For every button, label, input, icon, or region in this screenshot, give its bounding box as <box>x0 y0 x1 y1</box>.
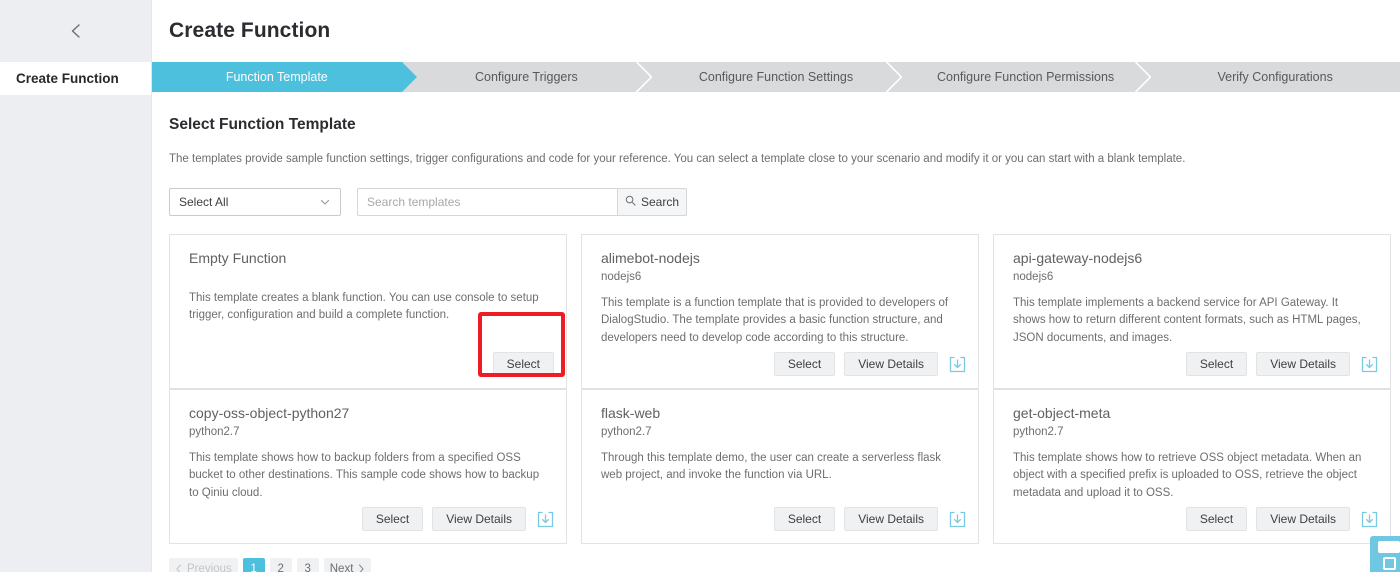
template-title: flask-web <box>601 405 661 422</box>
template-title: copy-oss-object-python27 <box>189 405 350 422</box>
select-button[interactable]: Select <box>773 352 836 377</box>
search-icon <box>625 195 636 209</box>
step-label: Configure Triggers <box>474 70 578 84</box>
section-title: Select Function Template <box>169 116 356 133</box>
sidebar-item-create-function[interactable]: Create Function <box>0 62 151 95</box>
template-card-grid: Empty Function This template creates a b… <box>169 234 1391 545</box>
template-description: This template shows how to retrieve OSS … <box>1013 451 1362 500</box>
view-details-button[interactable]: View Details <box>844 352 938 377</box>
step-label: Configure Function Permissions <box>936 70 1115 84</box>
template-card[interactable]: get-object-meta python2.7 This template … <box>993 389 1391 545</box>
card-actions: Select View Details <box>361 507 554 532</box>
section-description: The templates provide sample function se… <box>169 153 1186 165</box>
template-description: This template shows how to backup folder… <box>189 451 540 500</box>
main-area: Create Function Function Template Config… <box>152 0 1400 572</box>
step-separator-icon <box>885 62 902 92</box>
search-button-label: Search <box>640 195 680 210</box>
content-area: Select Function Template The templates p… <box>152 116 1400 572</box>
select-button[interactable]: Select <box>1185 507 1248 532</box>
step-function-template[interactable]: Function Template <box>152 62 417 92</box>
step-label: Configure Function Settings <box>698 70 854 84</box>
pagination-page-2[interactable]: 2 <box>269 558 292 572</box>
template-title: Empty Function <box>189 250 287 267</box>
widget-square-icon <box>1382 557 1396 570</box>
template-description: This template creates a blank function. … <box>189 291 539 322</box>
template-card[interactable]: alimebot-nodejs nodejs6 This template is… <box>581 234 979 390</box>
card-actions: Select <box>492 352 554 377</box>
template-card[interactable]: api-gateway-nodejs6 nodejs6 This templat… <box>993 234 1391 390</box>
pagination-page-3[interactable]: 3 <box>296 558 319 572</box>
template-description: This template is a function template tha… <box>601 296 949 345</box>
pagination-next-label: Next <box>329 563 354 572</box>
pagination: Previous 1 2 3 Next <box>169 558 1391 572</box>
template-runtime: python2.7 <box>189 425 240 438</box>
step-configure-function-permissions[interactable]: Configure Function Permissions <box>900 62 1152 92</box>
step-separator-icon <box>636 62 653 92</box>
step-separator-icon <box>1135 62 1152 92</box>
search-button[interactable]: Search <box>617 188 687 217</box>
page-header: Create Function <box>152 0 1400 62</box>
template-runtime: python2.7 <box>601 425 652 438</box>
floating-help-widget[interactable] <box>1370 536 1400 572</box>
view-details-button[interactable]: View Details <box>1256 507 1350 532</box>
pagination-page-1[interactable]: 1 <box>242 558 265 572</box>
select-button[interactable]: Select <box>361 507 424 532</box>
download-icon[interactable] <box>949 356 966 373</box>
template-card[interactable]: flask-web python2.7 Through this templat… <box>581 389 979 545</box>
view-details-button[interactable]: View Details <box>1256 352 1350 377</box>
search-input[interactable] <box>357 188 617 217</box>
card-actions: Select View Details <box>773 507 966 532</box>
template-category-select[interactable]: Select All <box>169 188 341 217</box>
chevron-left-icon <box>67 22 85 40</box>
pagination-previous[interactable]: Previous <box>169 558 238 572</box>
card-actions: Select View Details <box>773 352 966 377</box>
template-title: alimebot-nodejs <box>601 250 700 267</box>
page-title: Create Function <box>169 19 331 42</box>
pagination-next[interactable]: Next <box>323 558 372 572</box>
view-details-button[interactable]: View Details <box>844 507 938 532</box>
step-label: Verify Configurations <box>1217 70 1333 84</box>
download-icon[interactable] <box>1361 356 1378 373</box>
step-label: Function Template <box>225 70 328 84</box>
template-runtime: python2.7 <box>1013 425 1064 438</box>
search-group: Search <box>357 188 687 217</box>
sidebar-header <box>0 0 151 62</box>
step-configure-function-settings[interactable]: Configure Function Settings <box>651 62 902 92</box>
back-button[interactable] <box>64 19 88 43</box>
download-icon[interactable] <box>949 511 966 528</box>
select-value: Select All <box>179 195 229 210</box>
step-verify-configurations[interactable]: Verify Configurations <box>1150 62 1400 92</box>
pagination-previous-label: Previous <box>187 563 232 572</box>
select-button[interactable]: Select <box>773 507 836 532</box>
step-indicator: Function Template Configure Triggers Con… <box>152 62 1400 92</box>
template-runtime: nodejs6 <box>601 270 642 283</box>
widget-card-icon <box>1378 541 1400 553</box>
chevron-down-icon <box>319 196 331 208</box>
template-description: This template implements a backend servi… <box>1013 296 1361 345</box>
template-title: get-object-meta <box>1013 405 1111 422</box>
select-button[interactable]: Select <box>492 352 554 377</box>
view-details-button[interactable]: View Details <box>432 507 526 532</box>
chevron-left-icon <box>175 564 183 572</box>
template-card[interactable]: copy-oss-object-python27 python2.7 This … <box>169 389 567 545</box>
download-icon[interactable] <box>537 511 554 528</box>
sidebar-item-label: Create Function <box>16 71 119 86</box>
left-sidebar: Create Function <box>0 0 152 572</box>
download-icon[interactable] <box>1361 511 1378 528</box>
app-root: Create Function Create Function Function… <box>0 0 1400 572</box>
card-actions: Select View Details <box>1185 352 1378 377</box>
template-runtime: nodejs6 <box>1013 270 1054 283</box>
template-description: Through this template demo, the user can… <box>601 451 942 482</box>
filter-bar: Select All Search templates Search <box>169 188 1391 217</box>
template-title: api-gateway-nodejs6 <box>1013 250 1143 267</box>
select-button[interactable]: Select <box>1185 352 1248 377</box>
chevron-right-icon <box>357 564 365 572</box>
step-configure-triggers[interactable]: Configure Triggers <box>401 62 653 92</box>
card-actions: Select View Details <box>1185 507 1378 532</box>
template-card[interactable]: Empty Function This template creates a b… <box>169 234 567 390</box>
